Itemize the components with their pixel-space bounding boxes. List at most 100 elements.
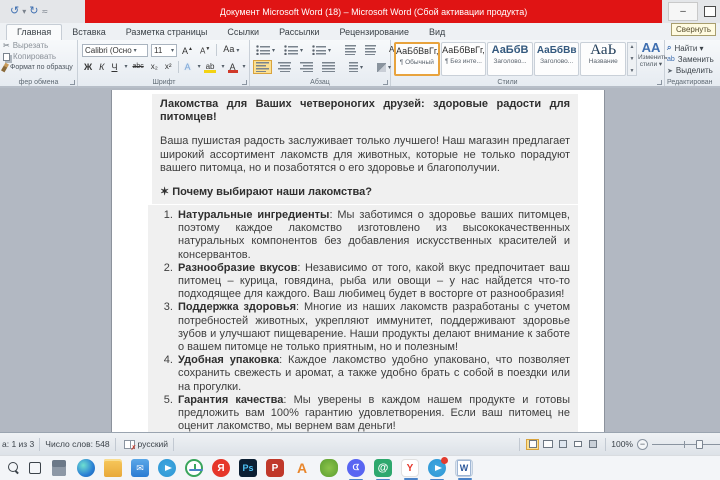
taskbar-item-explorer[interactable] <box>104 459 122 477</box>
print-layout-view-button[interactable] <box>526 438 540 450</box>
taskbar-item-edge[interactable] <box>77 459 95 477</box>
taskbar-item-clock-app[interactable] <box>185 459 203 477</box>
tab-insert[interactable]: Вставка <box>62 25 115 40</box>
italic-button[interactable]: К <box>97 61 106 73</box>
outline-view-button[interactable] <box>571 439 584 450</box>
gallery-more-icon[interactable]: ▼ <box>630 68 635 74</box>
document-page[interactable]: Лакомства для Ваших четвероногих друзей:… <box>112 90 604 432</box>
zoom-level[interactable]: 100% <box>611 439 633 449</box>
taskbar-item-android-app[interactable] <box>320 459 338 477</box>
tab-references[interactable]: Ссылки <box>217 25 269 40</box>
style-card-heading2[interactable]: АаБбВв Заголово... <box>533 42 580 76</box>
cut-button[interactable]: ✂ Вырезать <box>0 40 77 51</box>
font-name-select[interactable]: Calibri (Осно ▾ <box>82 43 148 57</box>
tab-view[interactable]: Вид <box>419 25 455 40</box>
taskbar-item-discord[interactable]: ᗧ <box>347 459 365 480</box>
multilevel-list-button[interactable]: ▾ <box>309 43 334 57</box>
draft-view-button[interactable] <box>586 439 599 450</box>
tab-home[interactable]: Главная <box>6 24 63 40</box>
zoom-slider-thumb[interactable] <box>696 439 703 449</box>
font-color-button[interactable]: А <box>228 61 238 73</box>
highlight-color-button[interactable]: ab <box>204 61 217 73</box>
undo-dropdown-icon[interactable]: ▾ <box>22 7 26 16</box>
taskbar-item-yandex-browser[interactable]: Я <box>212 459 230 477</box>
notification-badge <box>441 457 448 464</box>
copy-button[interactable]: Копировать <box>0 51 77 62</box>
taskbar-item-p-app[interactable]: P <box>266 459 284 477</box>
paint-bucket-icon <box>377 62 387 72</box>
task-view-icon[interactable] <box>29 462 41 474</box>
taskbar-item-photoshop[interactable]: Ps <box>239 459 257 477</box>
align-left-button[interactable] <box>253 60 272 74</box>
fullscreen-reading-view-button[interactable] <box>541 439 554 450</box>
justify-button[interactable] <box>319 60 338 74</box>
bullets-button[interactable]: ▾ <box>253 43 278 57</box>
taskbar-item-mail[interactable]: ✉ <box>131 459 149 477</box>
superscript-button[interactable]: x² <box>163 61 174 73</box>
replace-button[interactable]: ab Заменить <box>665 54 720 65</box>
select-button[interactable]: ➤ Выделить <box>665 65 720 76</box>
increase-indent-button[interactable] <box>362 43 379 57</box>
scroll-up-icon[interactable]: ▲ <box>630 44 635 50</box>
subscript-button[interactable]: x₂ <box>149 61 160 73</box>
taskbar-item-telegram-alt[interactable] <box>428 457 448 480</box>
tab-review[interactable]: Рецензирование <box>329 25 419 40</box>
redo-icon[interactable]: ↻ <box>29 6 38 17</box>
scroll-down-icon[interactable]: ▼ <box>630 56 635 62</box>
word-icon: W <box>457 460 471 476</box>
strikethrough-button[interactable]: abc <box>130 61 145 73</box>
style-card-heading1[interactable]: АаБбВ Заголово... <box>487 42 533 76</box>
chevron-down-icon[interactable]: ▾ <box>221 63 224 70</box>
font-dialog-launcher-icon[interactable] <box>242 80 247 85</box>
styles-dialog-launcher-icon[interactable] <box>657 80 662 85</box>
zoom-out-button[interactable]: − <box>637 438 648 450</box>
taskbar-item-a-app[interactable]: A <box>293 459 311 477</box>
document-list-block[interactable]: Натуральные ингредиенты: Мы заботимся о … <box>148 205 578 432</box>
decrease-indent-button[interactable] <box>342 43 359 57</box>
page-indicator[interactable]: а: 1 из 3 <box>0 439 34 449</box>
chevron-down-icon[interactable]: ▾ <box>124 63 127 70</box>
shrink-font-button[interactable]: А▼ <box>198 43 212 58</box>
grow-font-button[interactable]: А▲ <box>180 43 195 57</box>
text-effects-button[interactable]: А <box>183 61 193 73</box>
word-count[interactable]: Число слов: 548 <box>45 439 109 449</box>
undo-icon[interactable]: ↺ <box>10 6 19 17</box>
tab-mailings[interactable]: Рассылки <box>269 25 329 40</box>
style-card-no-spacing[interactable]: АаБбВвГг, ¶ Без инте... <box>440 42 487 76</box>
tab-page-layout[interactable]: Разметка страницы <box>116 25 218 40</box>
taskbar-item-calculator[interactable] <box>50 459 68 477</box>
minimize-button[interactable]: – <box>668 2 698 21</box>
web-layout-view-button[interactable] <box>556 439 569 450</box>
font-group-label: Шрифт <box>152 79 176 86</box>
change-styles-button[interactable]: АА Изменить стили ▾ <box>638 41 667 68</box>
outdent-icon <box>345 45 357 55</box>
document-intro-block[interactable]: Лакомства для Ваших четвероногих друзей:… <box>152 94 578 205</box>
style-card-title[interactable]: АаЬ Название <box>580 42 627 76</box>
language-indicator[interactable]: русский <box>138 439 169 449</box>
qat-customize-icon[interactable]: ≂ <box>41 7 48 16</box>
search-icon[interactable] <box>8 462 20 474</box>
paragraph-dialog-launcher-icon[interactable] <box>383 80 388 85</box>
line-spacing-button[interactable]: ▾ <box>346 60 366 74</box>
align-center-button[interactable] <box>275 60 294 74</box>
find-button[interactable]: ⌕ Найти ▾ <box>665 40 720 54</box>
zoom-slider[interactable] <box>652 439 720 450</box>
bold-button[interactable]: Ж <box>82 61 94 73</box>
taskbar-item-telegram[interactable] <box>158 459 176 477</box>
font-size-select[interactable]: 11 ▾ <box>151 43 177 57</box>
format-painter-button[interactable]: Формат по образцу <box>0 62 77 73</box>
style-card-normal[interactable]: АаБбВвГг, ¶ Обычный <box>394 42 440 76</box>
taskbar-item-y-app[interactable]: Y <box>401 459 419 480</box>
chevron-down-icon[interactable]: ▾ <box>243 63 246 70</box>
maximize-button[interactable] <box>704 6 716 17</box>
change-case-button[interactable]: Аа ▾ <box>221 43 241 57</box>
numbering-button[interactable]: ▾ <box>281 43 306 57</box>
underline-button[interactable]: Ч <box>109 61 119 73</box>
align-right-button[interactable] <box>297 60 316 74</box>
styles-gallery-scrollbar[interactable]: ▲ ▼ ▼ <box>627 42 637 76</box>
chevron-down-icon[interactable]: ▾ <box>198 63 201 70</box>
taskbar-item-spiral-app[interactable]: @ <box>374 459 392 480</box>
clipboard-dialog-launcher-icon[interactable] <box>70 80 75 85</box>
spellcheck-icon[interactable] <box>123 439 137 452</box>
taskbar-item-word-active[interactable]: W <box>455 459 473 480</box>
